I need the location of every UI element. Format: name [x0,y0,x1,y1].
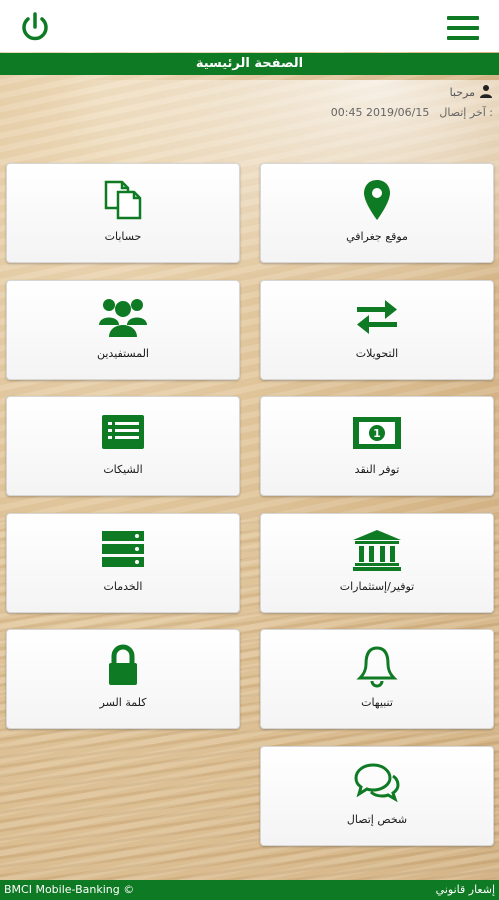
tile-label: كلمة السر [99,696,147,709]
map-marker-icon [261,178,493,222]
tile-label: الشيكات [103,463,143,476]
svg-text:1: 1 [373,427,381,440]
copyright-text: BMCI Mobile-Banking © [4,883,135,896]
tile-transfers[interactable]: التحويلات [260,280,494,380]
tile-label: موقع جغرافي [346,230,408,243]
tile-contact-person[interactable]: شخص إتصال [260,746,494,846]
hamburger-menu-icon[interactable] [445,14,481,42]
tile-label: حسابات [104,230,142,243]
user-info: مرحبا 00:45 2019/06/15 آخر إتصال : [331,84,493,119]
tile-beneficiaries[interactable]: المستفيدين [6,280,240,380]
bell-icon [261,644,493,688]
last-connection-label: آخر إتصال : [439,106,493,119]
tile-cash-availability[interactable]: 1 توفر النقد [260,396,494,496]
tile-cheques[interactable]: الشيكات [6,396,240,496]
tile-label: شخص إتصال [346,813,408,826]
lock-icon [7,644,239,688]
user-icon [479,84,493,101]
tile-label: الخدمات [103,580,143,593]
list-icon [7,411,239,455]
tile-label: توفير/إستثمارات [339,580,415,593]
tile-label: توفر النقد [354,463,400,476]
transfer-arrows-icon [261,295,493,339]
power-icon[interactable] [18,10,52,44]
tile-geolocation[interactable]: موقع جغرافي [260,163,494,263]
page-title: الصفحة الرئيسية [0,53,499,75]
tile-label: التحويلات [355,347,399,360]
tile-label: المستفيدين [97,347,149,360]
tile-label: تنبيهات [361,696,393,709]
tile-password[interactable]: كلمة السر [6,629,240,729]
documents-icon [7,178,239,222]
tile-alerts[interactable]: تنبيهات [260,629,494,729]
tile-services[interactable]: الخدمات [6,513,240,613]
legal-notice-link[interactable]: إشعار قانوني [436,880,495,900]
bank-icon [261,528,493,572]
last-connection-value: 00:45 2019/06/15 [330,106,430,119]
footer: BMCI Mobile-Banking © إشعار قانوني [0,880,499,900]
chat-icon [261,761,493,805]
top-bar [0,0,499,52]
banknote-icon: 1 [261,411,493,455]
server-icon [7,528,239,572]
users-icon [7,295,239,339]
greeting-text: مرحبا [449,85,475,99]
tile-savings-investments[interactable]: توفير/إستثمارات [260,513,494,613]
tile-accounts[interactable]: حسابات [6,163,240,263]
